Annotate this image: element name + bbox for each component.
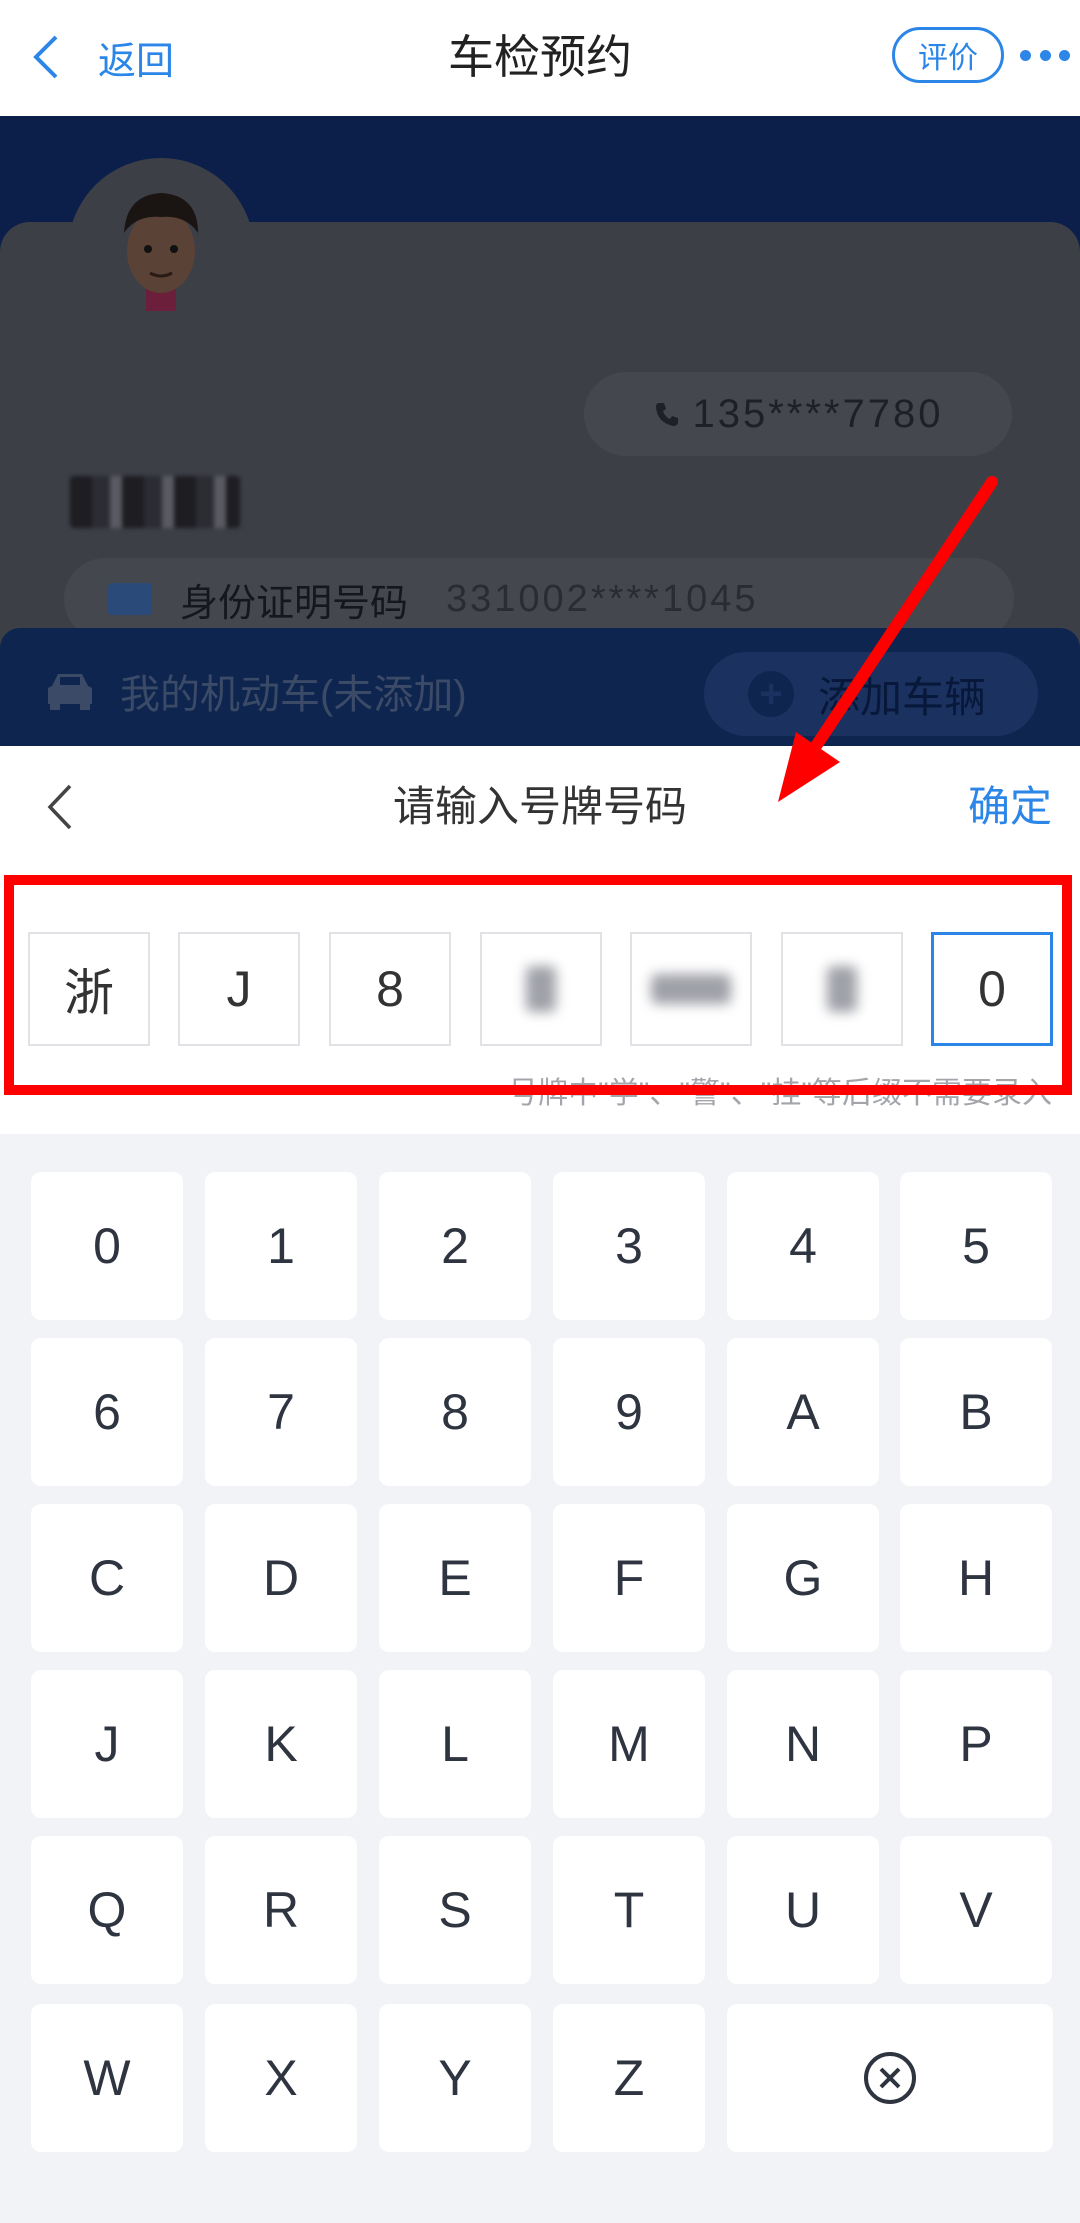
phone-number: 135****7780: [692, 391, 944, 436]
add-vehicle-button[interactable]: + 添加车辆: [704, 652, 1038, 736]
my-vehicle-bar: 我的机动车(未添加) + 添加车辆: [0, 628, 1080, 746]
key-M[interactable]: M: [553, 1670, 705, 1818]
key-7[interactable]: 7: [205, 1338, 357, 1486]
key-R[interactable]: R: [205, 1836, 357, 1984]
key-N[interactable]: N: [727, 1670, 879, 1818]
car-icon: [48, 674, 92, 710]
panel-title: 请输入号牌号码: [392, 783, 687, 830]
key-P[interactable]: P: [900, 1670, 1052, 1818]
profile-background-overlay: 135****7780 身份证明号码 331002****1045 我的机动车(…: [0, 116, 1080, 746]
id-label: 身份证明号码: [180, 582, 409, 625]
plate-char-box-blurred[interactable]: [781, 932, 903, 1046]
key-1[interactable]: 1: [205, 1172, 357, 1320]
key-J[interactable]: J: [31, 1670, 183, 1818]
key-L[interactable]: L: [379, 1670, 531, 1818]
vehicle-status-label: 我的机动车(未添加): [120, 673, 467, 717]
user-name-blurred: [70, 476, 240, 528]
key-K[interactable]: K: [205, 1670, 357, 1818]
plate-char-box[interactable]: 浙: [28, 932, 150, 1046]
plate-char-box-blurred[interactable]: [480, 932, 602, 1046]
key-3[interactable]: 3: [553, 1172, 705, 1320]
avatar: [68, 158, 254, 344]
key-V[interactable]: V: [900, 1836, 1052, 1984]
key-9[interactable]: 9: [553, 1338, 705, 1486]
delete-circle-x-icon: [864, 2052, 916, 2104]
key-A[interactable]: A: [727, 1338, 879, 1486]
avatar-face-icon: [124, 193, 198, 311]
plate-keyboard: 012345 6789AB CDEFGH JKLMNP QRSTUV WXYZ: [0, 1134, 1080, 2223]
key-2[interactable]: 2: [379, 1172, 531, 1320]
key-Z[interactable]: Z: [553, 2004, 705, 2152]
plate-input-panel: 请输入号牌号码 确定 浙 J 8 0 号牌中"学"、"警"、"挂"等后缀不需要录…: [0, 746, 1080, 1134]
more-icon[interactable]: [1020, 40, 1070, 70]
id-card-icon: [108, 583, 152, 615]
key-E[interactable]: E: [379, 1504, 531, 1652]
key-G[interactable]: G: [727, 1504, 879, 1652]
delete-key[interactable]: [727, 2004, 1053, 2152]
key-T[interactable]: T: [553, 1836, 705, 1984]
key-X[interactable]: X: [205, 2004, 357, 2152]
plus-circle-icon: +: [748, 671, 794, 717]
key-4[interactable]: 4: [727, 1172, 879, 1320]
key-F[interactable]: F: [553, 1504, 705, 1652]
key-W[interactable]: W: [31, 2004, 183, 2152]
key-U[interactable]: U: [727, 1836, 879, 1984]
plate-char-box-active[interactable]: 0: [931, 932, 1053, 1046]
key-H[interactable]: H: [900, 1504, 1052, 1652]
plate-char-box[interactable]: J: [178, 932, 300, 1046]
blurred-char: [651, 974, 731, 1004]
phone-icon: [655, 403, 678, 426]
key-C[interactable]: C: [31, 1504, 183, 1652]
key-D[interactable]: D: [205, 1504, 357, 1652]
plate-hint-text: 号牌中"学"、"警"、"挂"等后缀不需要录入: [508, 1077, 1052, 1110]
add-vehicle-label: 添加车辆: [818, 673, 987, 721]
id-value: 331002****1045: [446, 577, 759, 620]
key-B[interactable]: B: [900, 1338, 1052, 1486]
blurred-char: [526, 966, 556, 1012]
rate-button[interactable]: 评价: [892, 27, 1004, 83]
key-Q[interactable]: Q: [31, 1836, 183, 1984]
key-S[interactable]: S: [379, 1836, 531, 1984]
phone-badge: 135****7780: [584, 372, 1012, 456]
plate-char-box-blurred[interactable]: [630, 932, 752, 1046]
key-0[interactable]: 0: [31, 1172, 183, 1320]
confirm-button[interactable]: 确定: [968, 782, 1052, 832]
key-Y[interactable]: Y: [379, 2004, 531, 2152]
key-8[interactable]: 8: [379, 1338, 531, 1486]
plate-char-box[interactable]: 8: [329, 932, 451, 1046]
blurred-char: [827, 966, 857, 1012]
top-nav-bar: 返回 车检预约 评价: [0, 0, 1080, 116]
plate-char-row: 浙 J 8 0: [28, 932, 1054, 1046]
key-5[interactable]: 5: [900, 1172, 1052, 1320]
key-6[interactable]: 6: [31, 1338, 183, 1486]
